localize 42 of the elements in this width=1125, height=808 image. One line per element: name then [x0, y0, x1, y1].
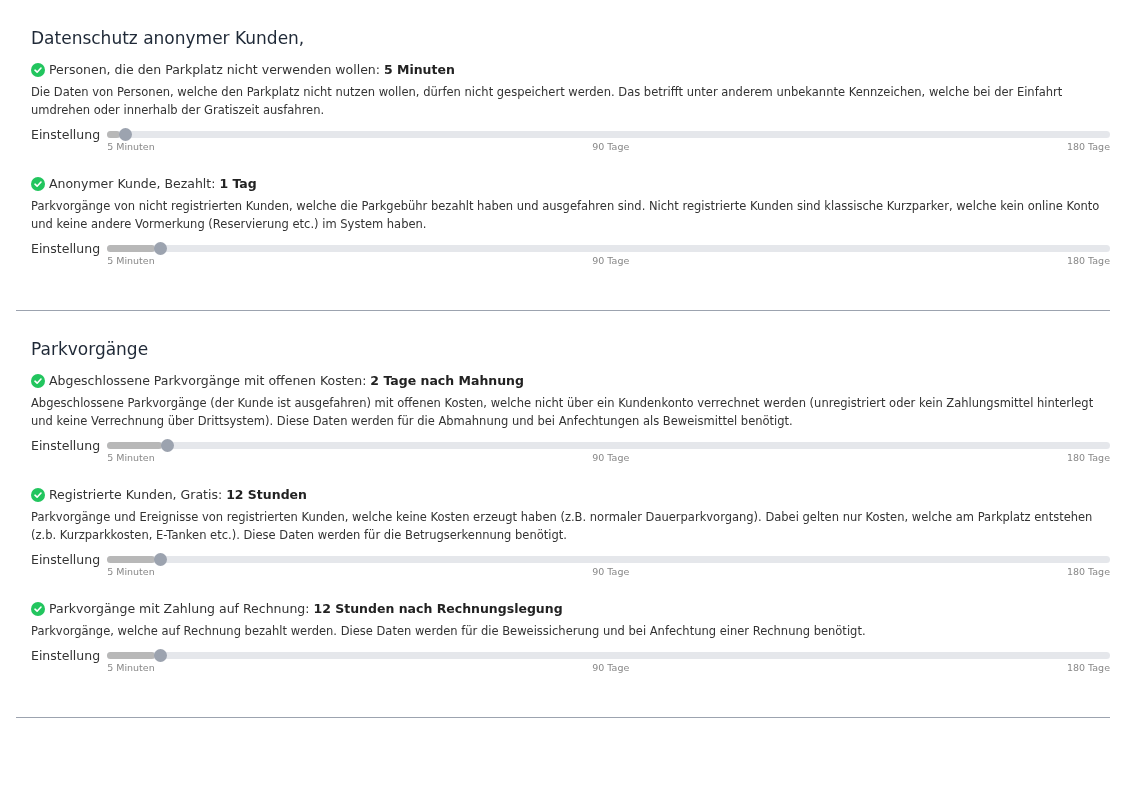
tick-label: 180 Tage — [1066, 141, 1110, 152]
setting-title: Personen, die den Parkplatz nicht verwenden wollen: 5 Minuten — [49, 62, 455, 77]
slider-label: Einstellung — [31, 552, 101, 568]
tick-label: 180 Tage — [1066, 662, 1110, 673]
slider-thumb[interactable] — [154, 553, 168, 566]
setting-title: Abgeschlossene Parkvorgänge mit offenen Kosten: 2 Tage nach Mahnung — [49, 373, 524, 388]
slider-track[interactable] — [107, 556, 1110, 563]
tick-label: 5 Minuten — [107, 141, 155, 152]
slider-label: Einstellung — [31, 241, 101, 257]
slider-label: Einstellung — [31, 438, 101, 454]
setting-title: Parkvorgänge mit Zahlung auf Rechnung: 12 Stunden nach Rechnungslegung — [49, 601, 563, 616]
tick-label: 90 Tage — [592, 566, 630, 577]
tick-label: 90 Tage — [592, 452, 630, 463]
section-heading: Parkvorgänge — [31, 339, 150, 359]
slider-track[interactable] — [107, 442, 1110, 449]
setting-description: Abgeschlossene Parkvorgänge (der Kunde ist ausgefahren) mit offenen Kosten, welche nicht über ein Kundenkonto verrechnet werden (unregistriert oder kein Zahlungsmittel hinterlegt und keine Verrechnung über Drittsystem). Diese Daten werden für die Abmahnung und bei Anfechtungen als Beweismittel benötigt. — [31, 395, 1095, 430]
setting-description: Parkvorgänge und Ereignisse von registrierten Kunden, welche keine Kosten erzeugt haben (z.B. normaler Dauerparkvorgang). Dabei gelten nur Kosten, welche am Parkplatz entstehen (z.b. Kurzparkkosten, E-Tanken etc.). Diese Daten werden für die Betrugserkennung benötigt. — [31, 509, 1094, 544]
slider-thumb[interactable] — [154, 242, 168, 255]
slider-thumb[interactable] — [154, 649, 168, 662]
section-heading: Datenschutz anonymer Kunden, — [31, 28, 306, 48]
slider-track[interactable] — [107, 245, 1110, 252]
setting-title: Registrierte Kunden, Gratis: 12 Stunden — [49, 487, 307, 502]
slider-thumb[interactable] — [161, 439, 175, 452]
setting-description: Die Daten von Personen, welche den Parkplatz nicht nutzen wollen, dürfen nicht gespeichert werden. Das betrifft unter anderem unbekannte Kennzeichen, welche bei der Einfahrt umdrehen oder innerhalb der Gratiszeit ausfahren. — [31, 84, 1064, 119]
tick-label: 90 Tage — [592, 141, 630, 152]
tick-label: 180 Tage — [1066, 255, 1110, 266]
tick-label: 90 Tage — [592, 662, 630, 673]
tick-label: 90 Tage — [592, 255, 630, 266]
tick-label: 180 Tage — [1066, 452, 1110, 463]
tick-label: 5 Minuten — [107, 566, 155, 577]
slider-track[interactable] — [107, 652, 1110, 659]
setting-description: Parkvorgänge von nicht registrierten Kunden, welche die Parkgebühr bezahlt haben und ausgefahren sind. Nicht registrierte Kunden sind klassische Kurzparker, welche kein online Konto und keine andere Vormerkung (Reservierung etc.) im System haben. — [31, 198, 1101, 233]
slider-track[interactable] — [107, 131, 1110, 138]
setting-title: Anonymer Kunde, Bezahlt: 1 Tag — [49, 176, 257, 191]
setting-description: Parkvorgänge, welche auf Rechnung bezahlt werden. Diese Daten werden für die Beweissicherung und bei Anfechtung einer Rechnung benötigt. — [31, 623, 867, 640]
tick-label: 5 Minuten — [107, 452, 155, 463]
slider-label: Einstellung — [31, 648, 101, 664]
tick-label: 5 Minuten — [107, 255, 155, 266]
slider-label: Einstellung — [31, 127, 101, 143]
tick-label: 180 Tage — [1066, 566, 1110, 577]
slider-thumb[interactable] — [119, 128, 133, 141]
tick-label: 5 Minuten — [107, 662, 155, 673]
